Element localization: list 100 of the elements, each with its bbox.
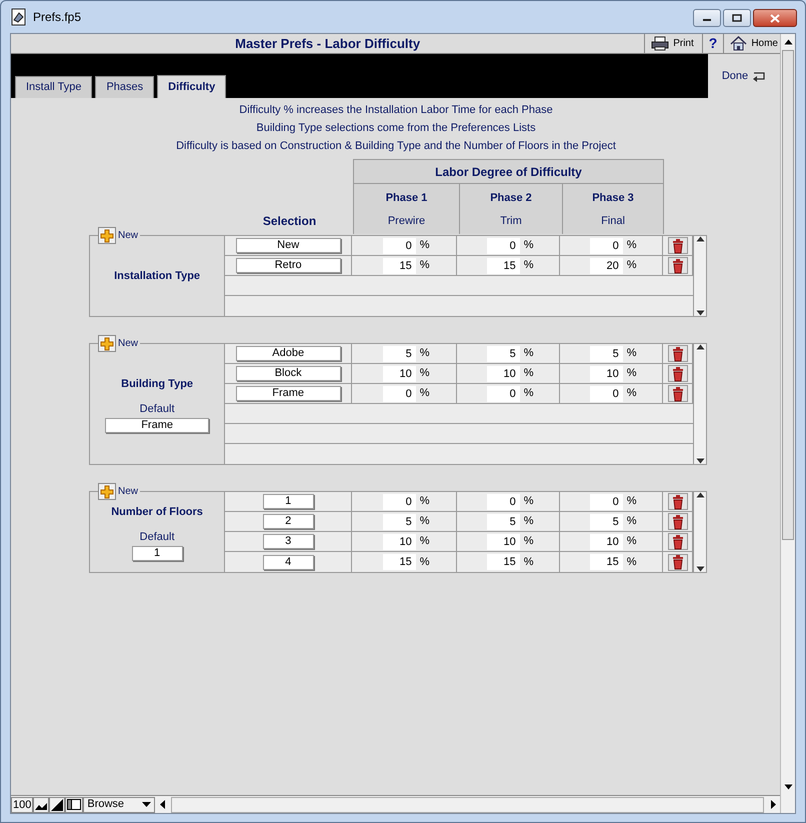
percent-sign: % <box>420 494 430 510</box>
phase-subheader: Final <box>601 214 625 228</box>
delete-button[interactable] <box>668 554 688 570</box>
zoom-level[interactable]: 100 <box>11 796 34 812</box>
percent-field[interactable]: 10 <box>486 534 520 550</box>
selection-field[interactable]: 4 <box>262 554 314 570</box>
delete-button[interactable] <box>668 493 688 510</box>
section-title: Building Type <box>121 376 194 392</box>
instruction-text: Difficulty % increases the Installation Labor Time for each Phase <box>238 103 554 118</box>
percent-field[interactable]: 0 <box>382 238 416 254</box>
tab[interactable]: Phases <box>95 76 154 98</box>
percent-field[interactable]: 0 <box>590 238 623 254</box>
percent-field[interactable]: 15 <box>382 258 416 274</box>
delete-button[interactable] <box>668 533 688 550</box>
minimize-button[interactable] <box>693 9 721 27</box>
scrollbar[interactable] <box>693 236 706 316</box>
mode-dropdown[interactable]: Browse <box>83 796 156 812</box>
percent-sign: % <box>524 346 534 362</box>
up-arrow-icon <box>696 236 705 242</box>
status-area-button[interactable] <box>65 796 84 812</box>
percent-field[interactable]: 15 <box>382 554 416 570</box>
percent-field[interactable]: 15 <box>486 554 520 570</box>
percent-field[interactable]: 10 <box>486 366 520 382</box>
delete-button[interactable] <box>668 257 688 274</box>
scrollbar[interactable] <box>693 492 706 572</box>
delete-button[interactable] <box>668 385 688 402</box>
up-arrow-icon <box>784 39 792 45</box>
percent-field[interactable]: 0 <box>382 494 416 510</box>
default-field[interactable]: 1 <box>132 546 183 560</box>
percent-field[interactable]: 0 <box>486 494 520 510</box>
percent-field[interactable]: 10 <box>590 534 623 550</box>
percent-sign: % <box>420 346 430 362</box>
done-button[interactable]: Done <box>708 54 780 98</box>
plus-icon <box>100 336 114 350</box>
column-group-header: Labor Degree of Difficulty <box>354 160 663 184</box>
selection-field[interactable]: Block <box>236 366 341 381</box>
percent-sign: % <box>524 366 534 382</box>
up-arrow-icon <box>696 344 705 350</box>
delete-button[interactable] <box>668 513 688 530</box>
percent-field[interactable]: 0 <box>486 386 520 402</box>
percent-field[interactable]: 10 <box>590 366 623 382</box>
selection-field[interactable]: Retro <box>236 258 341 273</box>
horizontal-scrollbar[interactable] <box>171 796 764 812</box>
percent-field[interactable]: 10 <box>382 366 416 382</box>
percent-sign: % <box>420 386 430 402</box>
default-label: Default <box>140 402 174 417</box>
home-button[interactable]: Home <box>723 34 780 53</box>
percent-sign: % <box>420 238 430 254</box>
delete-button[interactable] <box>668 365 688 382</box>
zoom-out-button[interactable] <box>33 796 50 812</box>
percent-sign: % <box>420 366 430 382</box>
percent-field[interactable]: 15 <box>590 554 623 570</box>
selection-field[interactable]: Adobe <box>236 346 341 361</box>
percent-field[interactable]: 0 <box>590 386 623 402</box>
percent-field[interactable]: 0 <box>590 494 623 510</box>
percent-field[interactable]: 5 <box>590 514 623 530</box>
section-title: Installation Type <box>114 268 200 284</box>
percent-field[interactable]: 5 <box>382 514 416 530</box>
phase-subheader: Trim <box>500 214 522 228</box>
maximize-button[interactable] <box>723 9 751 27</box>
selection-field[interactable]: Frame <box>236 386 341 401</box>
default-field[interactable]: Frame <box>105 418 210 432</box>
tab[interactable]: Install Type <box>15 76 92 98</box>
down-arrow-icon <box>696 566 705 572</box>
percent-field[interactable]: 5 <box>382 346 416 362</box>
percent-field[interactable]: 0 <box>382 386 416 402</box>
delete-button[interactable] <box>668 345 688 362</box>
percent-field[interactable]: 20 <box>590 258 623 274</box>
layout-title: Master Prefs - Labor Difficulty <box>234 35 422 53</box>
close-button[interactable] <box>753 9 797 27</box>
selection-field[interactable]: 3 <box>262 534 314 549</box>
percent-field[interactable]: 5 <box>486 514 520 530</box>
window-icon <box>67 799 82 810</box>
scrollbar[interactable] <box>693 344 706 464</box>
phase-header: Phase 1 <box>386 191 428 206</box>
add-button[interactable] <box>98 483 116 500</box>
selection-field[interactable]: 2 <box>262 514 314 529</box>
add-button[interactable] <box>98 227 116 244</box>
delete-button[interactable] <box>668 237 688 254</box>
percent-field[interactable]: 10 <box>382 534 416 550</box>
selection-field[interactable]: 1 <box>262 494 314 509</box>
tab[interactable]: Difficulty <box>157 75 226 98</box>
printer-icon <box>651 36 670 51</box>
right-arrow-icon <box>770 800 776 809</box>
percent-sign: % <box>524 238 534 254</box>
add-button[interactable] <box>98 335 116 352</box>
window-title: Prefs.fp5 <box>33 9 82 26</box>
percent-field[interactable]: 5 <box>486 346 520 362</box>
caret-icon <box>142 802 152 807</box>
zoom-in-button[interactable] <box>49 796 66 812</box>
percent-sign: % <box>524 494 534 510</box>
percent-field[interactable]: 15 <box>486 258 520 274</box>
selection-field[interactable]: New <box>236 238 341 253</box>
maximize-icon <box>732 14 742 22</box>
percent-field[interactable]: 0 <box>486 238 520 254</box>
percent-sign: % <box>420 534 430 550</box>
percent-field[interactable]: 5 <box>590 346 623 362</box>
new-label: New <box>118 485 138 499</box>
percent-sign: % <box>626 346 637 362</box>
new-label: New <box>118 229 138 243</box>
